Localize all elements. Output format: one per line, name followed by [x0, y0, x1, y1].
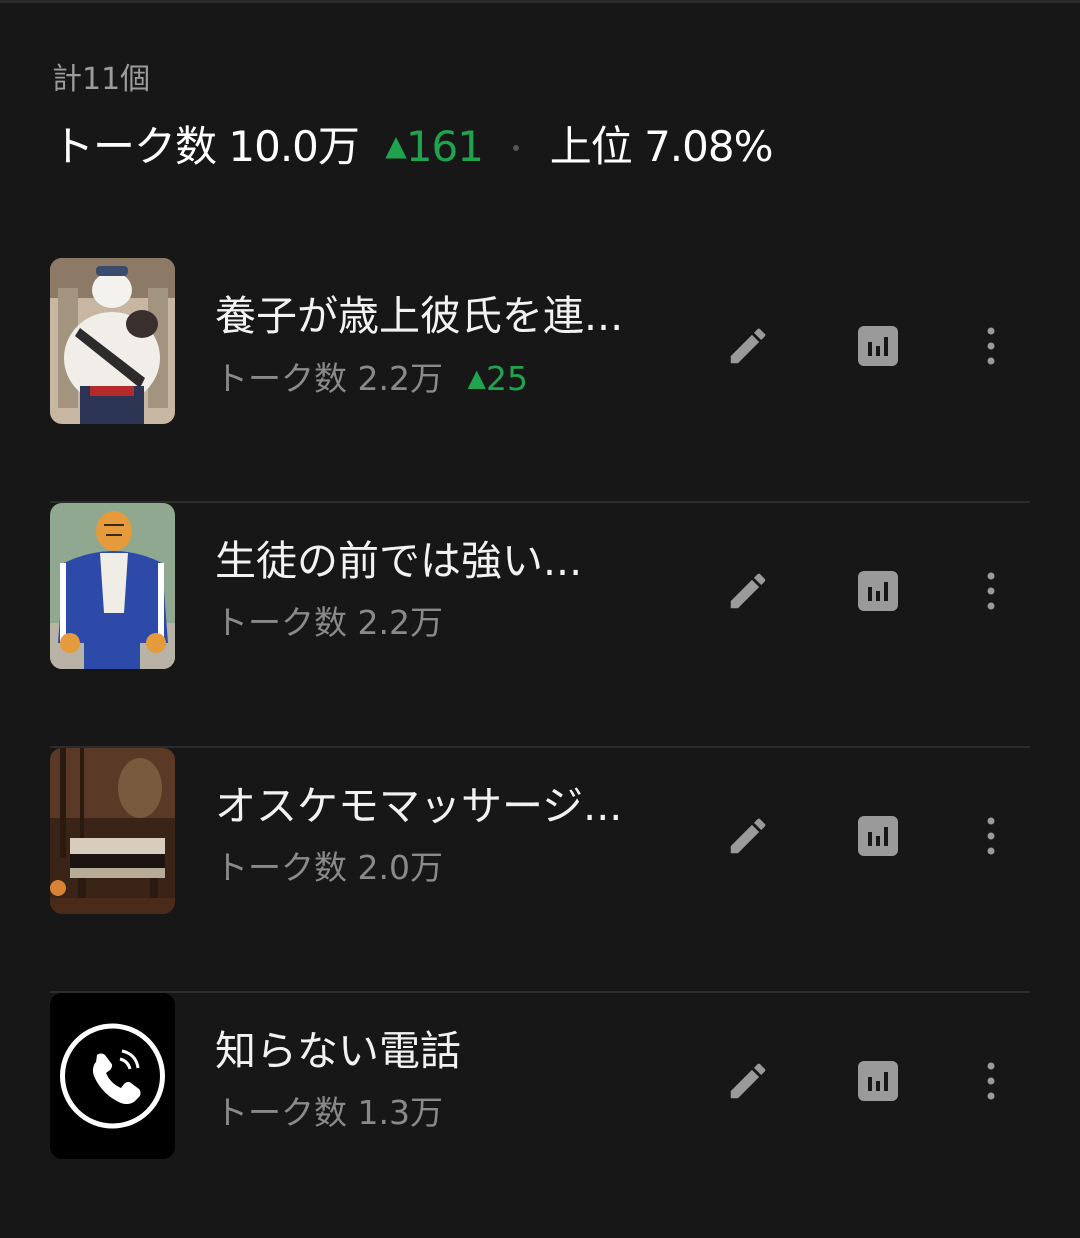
more-button[interactable] — [961, 316, 1021, 376]
more-vertical-icon — [987, 1062, 995, 1100]
up-triangle-icon: ▲ — [385, 129, 407, 162]
edit-button[interactable] — [718, 806, 778, 866]
rank-value: 7.08% — [644, 122, 773, 171]
thumbnail-phone[interactable] — [50, 993, 175, 1159]
stats-button[interactable] — [848, 806, 908, 866]
item-talk-value: 2.0万 — [357, 848, 443, 887]
item-stats: トーク数 2.0万 — [215, 844, 443, 892]
more-button[interactable] — [961, 806, 1021, 866]
stats-button[interactable] — [848, 561, 908, 621]
pencil-icon — [730, 328, 766, 364]
bar-chart-icon — [858, 1061, 898, 1101]
pencil-icon — [730, 818, 766, 854]
thumbnail-massage-room[interactable] — [50, 748, 175, 914]
stats-button[interactable] — [848, 316, 908, 376]
item-title[interactable]: 養子が歳上彼氏を連... — [215, 288, 685, 344]
bar-chart-icon — [858, 326, 898, 366]
separator-dot — [513, 145, 520, 151]
summary: 計11個 トーク数 10.0万 ▲161 上位 7.08% — [52, 56, 774, 175]
item-talk-value: 2.2万 — [357, 603, 443, 642]
list-item[interactable]: オスケモマッサージ... トーク数 2.0万 — [50, 748, 1030, 993]
item-talk-value: 1.3万 — [357, 1093, 443, 1132]
talk-label: トーク数 — [52, 122, 217, 171]
item-title[interactable]: 知らない電話 — [215, 1023, 685, 1079]
more-vertical-icon — [987, 817, 995, 855]
item-talk-label: トーク数 — [215, 1093, 347, 1132]
character-list: 養子が歳上彼氏を連... トーク数 2.2万 ▲25 生徒の前では強い... ト… — [50, 258, 1030, 1238]
total-count: 計11個 — [52, 62, 151, 97]
item-talk-label: トーク数 — [215, 848, 347, 887]
pencil-icon — [730, 1063, 766, 1099]
summary-stats: トーク数 10.0万 ▲161 上位 7.08% — [52, 118, 774, 175]
list-item[interactable]: 養子が歳上彼氏を連... トーク数 2.2万 ▲25 — [50, 258, 1030, 503]
stats-button[interactable] — [848, 1051, 908, 1111]
edit-button[interactable] — [718, 561, 778, 621]
item-stats: トーク数 2.2万 ▲25 — [215, 354, 528, 403]
item-talk-label: トーク数 — [215, 603, 347, 642]
item-stats: トーク数 2.2万 — [215, 599, 443, 647]
list-item[interactable]: 知らない電話 トーク数 1.3万 — [50, 993, 1030, 1238]
more-vertical-icon — [987, 327, 995, 365]
bar-chart-icon — [858, 816, 898, 856]
list-item[interactable]: 生徒の前では強い... トーク数 2.2万 — [50, 503, 1030, 748]
item-stats: トーク数 1.3万 — [215, 1089, 443, 1137]
more-button[interactable] — [961, 561, 1021, 621]
talk-delta: 161 — [405, 122, 484, 171]
talk-value: 10.0万 — [228, 122, 360, 171]
more-button[interactable] — [961, 1051, 1021, 1111]
item-talk-value: 2.2万 — [357, 359, 443, 398]
item-title[interactable]: 生徒の前では強い... — [215, 533, 685, 589]
rank-label: 上位 — [549, 122, 633, 171]
thumbnail-tiger[interactable] — [50, 503, 175, 669]
up-triangle-icon: ▲ — [467, 364, 486, 392]
item-talk-delta: 25 — [485, 359, 528, 398]
thumbnail-wolf[interactable] — [50, 258, 175, 424]
more-vertical-icon — [987, 572, 995, 610]
edit-button[interactable] — [718, 316, 778, 376]
top-divider — [0, 0, 1080, 3]
item-title[interactable]: オスケモマッサージ... — [215, 778, 685, 834]
bar-chart-icon — [858, 571, 898, 611]
item-talk-label: トーク数 — [215, 359, 347, 398]
edit-button[interactable] — [718, 1051, 778, 1111]
pencil-icon — [730, 573, 766, 609]
